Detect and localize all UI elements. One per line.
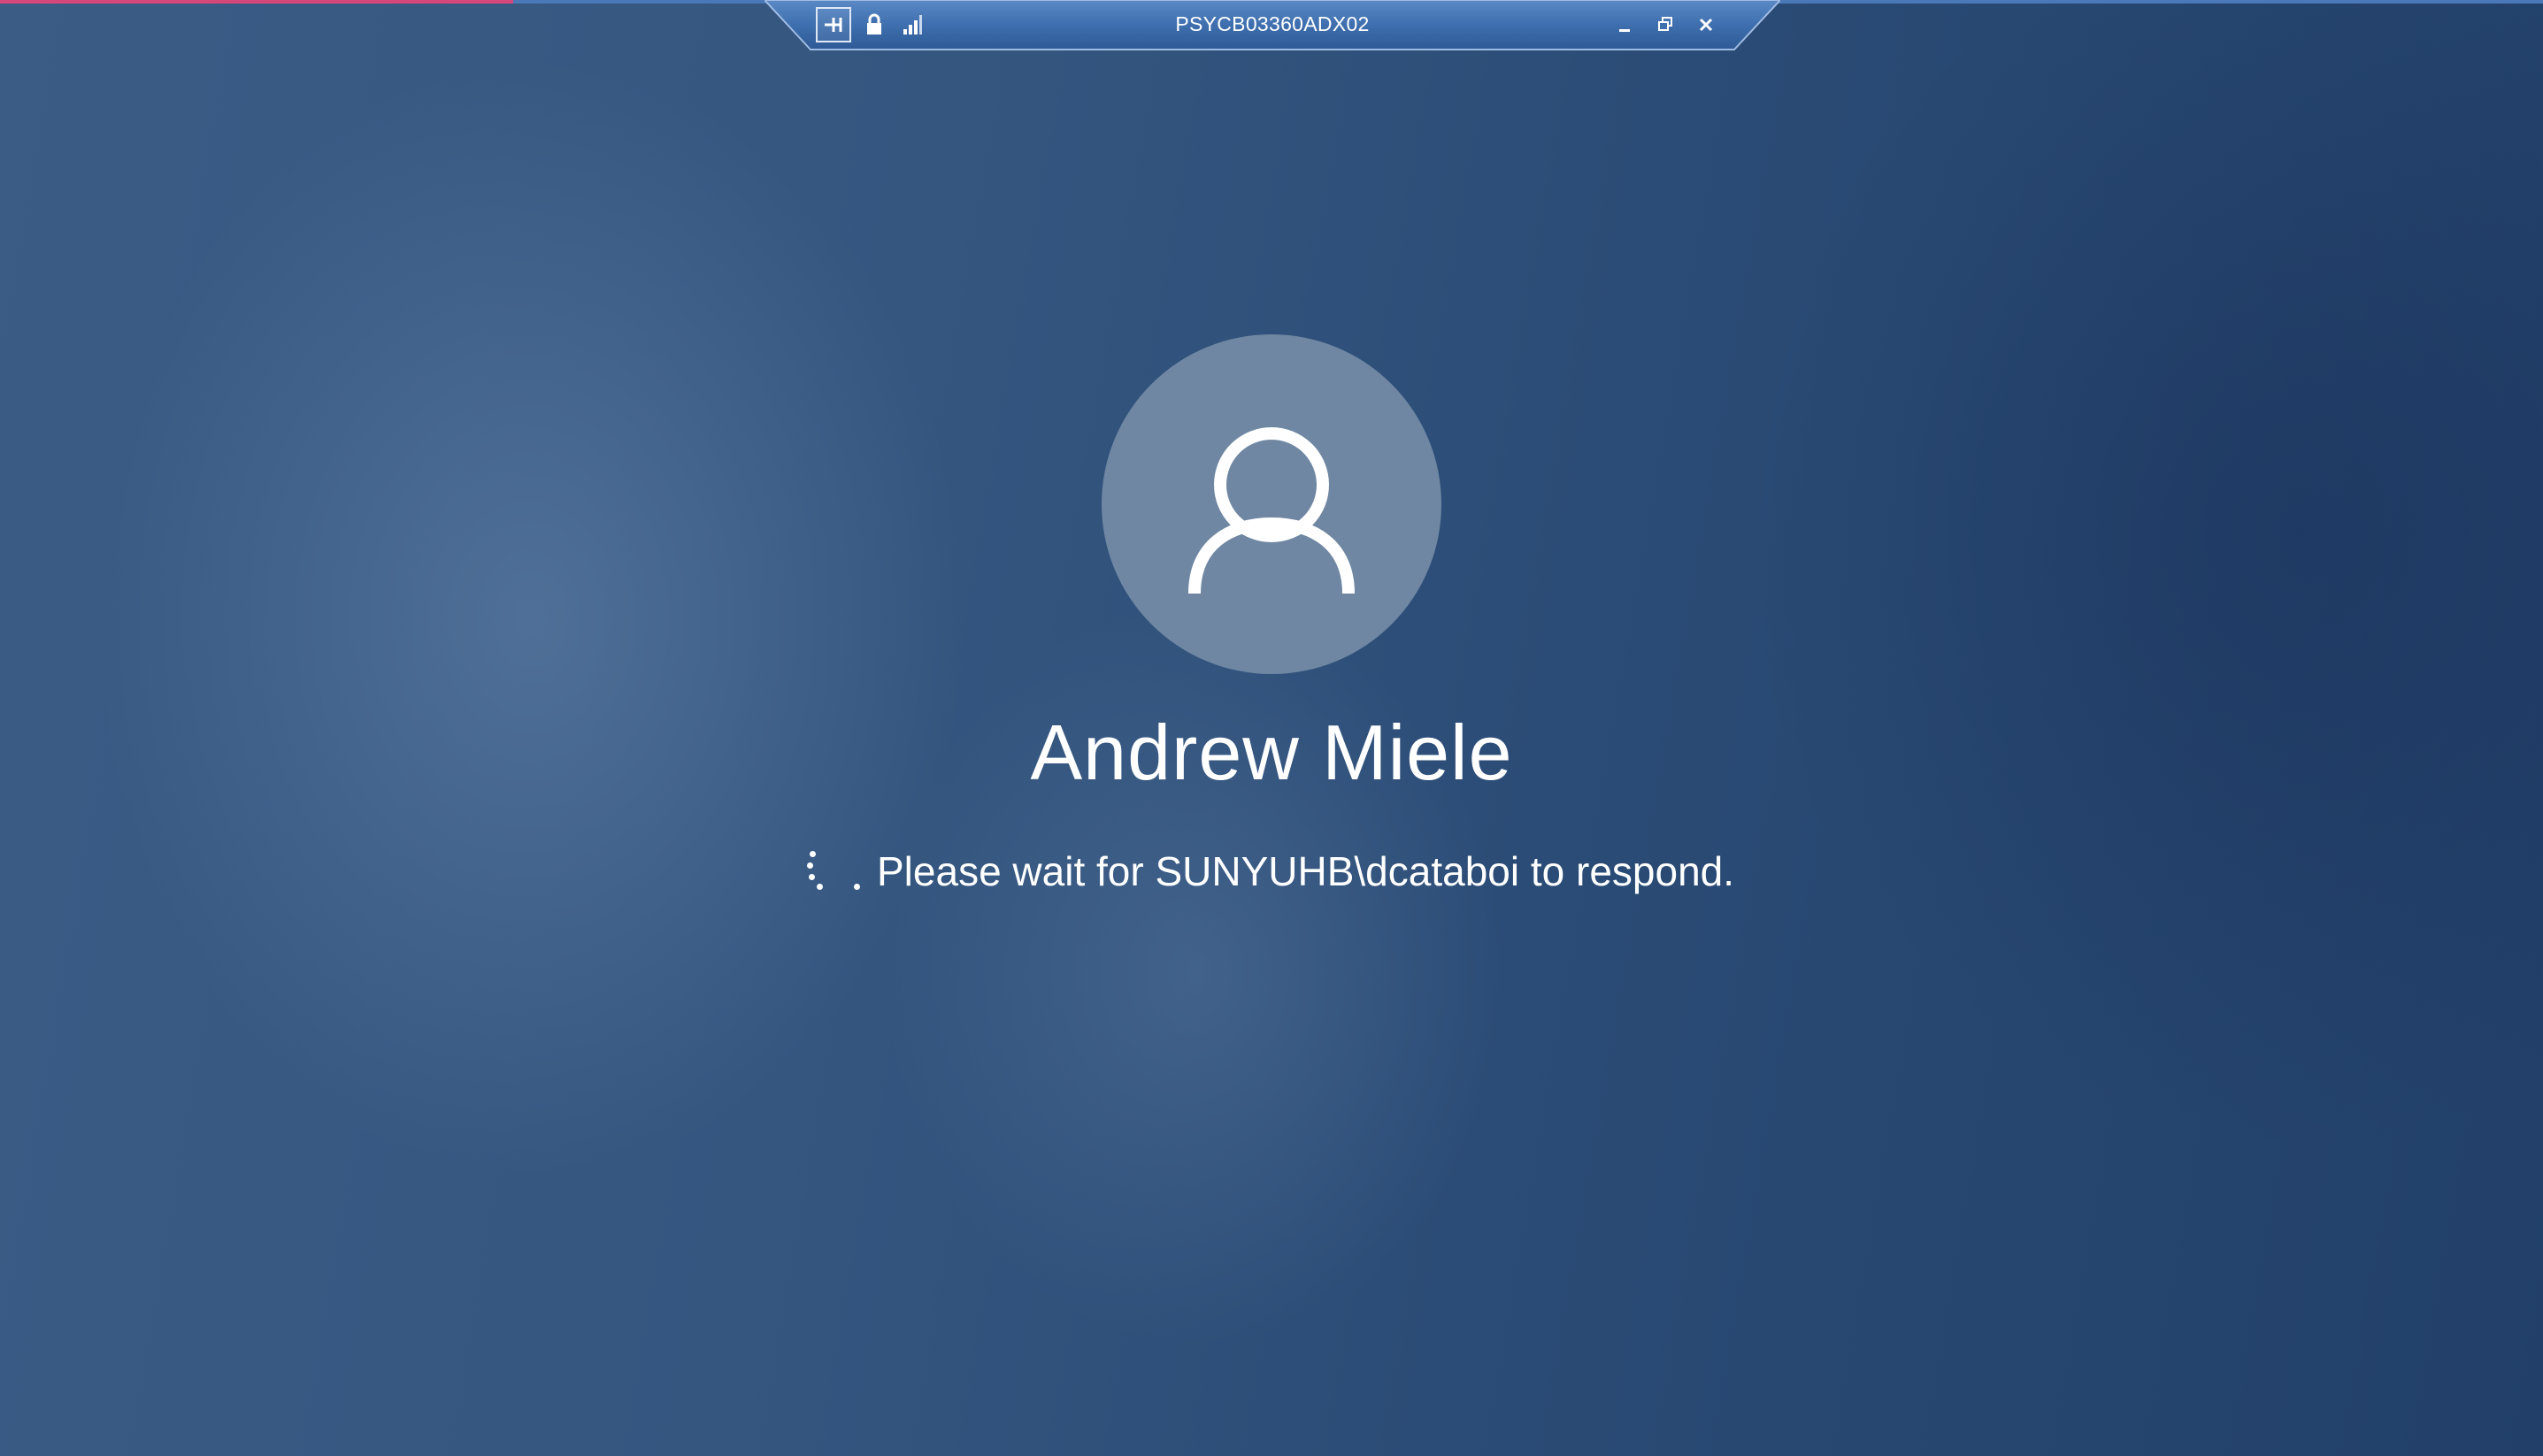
user-name: Andrew Miele [1030, 709, 1513, 796]
minimize-icon [1619, 29, 1630, 32]
restore-button[interactable] [1649, 9, 1681, 41]
loading-spinner-icon [801, 845, 863, 898]
spinner-dot [809, 874, 815, 880]
screen-top-edge-accent [0, 0, 513, 4]
sign-in-status: Please wait for SUNYUHB\dcataboi to resp… [801, 845, 1734, 898]
restore-icon [1658, 17, 1672, 31]
spinner-dot [810, 851, 816, 857]
close-button[interactable] [1690, 9, 1722, 41]
status-message: Please wait for SUNYUHB\dcataboi to resp… [877, 848, 1735, 894]
user-avatar [1102, 334, 1441, 674]
close-icon [1699, 18, 1713, 32]
remote-desktop-connection-bar: PSYCB03360ADX02 [764, 0, 1780, 51]
user-avatar-icon [1188, 427, 1355, 594]
spinner-dot [807, 862, 813, 869]
spinner-dot [817, 884, 823, 890]
minimize-button[interactable] [1609, 9, 1640, 41]
spinner-dot [854, 884, 860, 890]
